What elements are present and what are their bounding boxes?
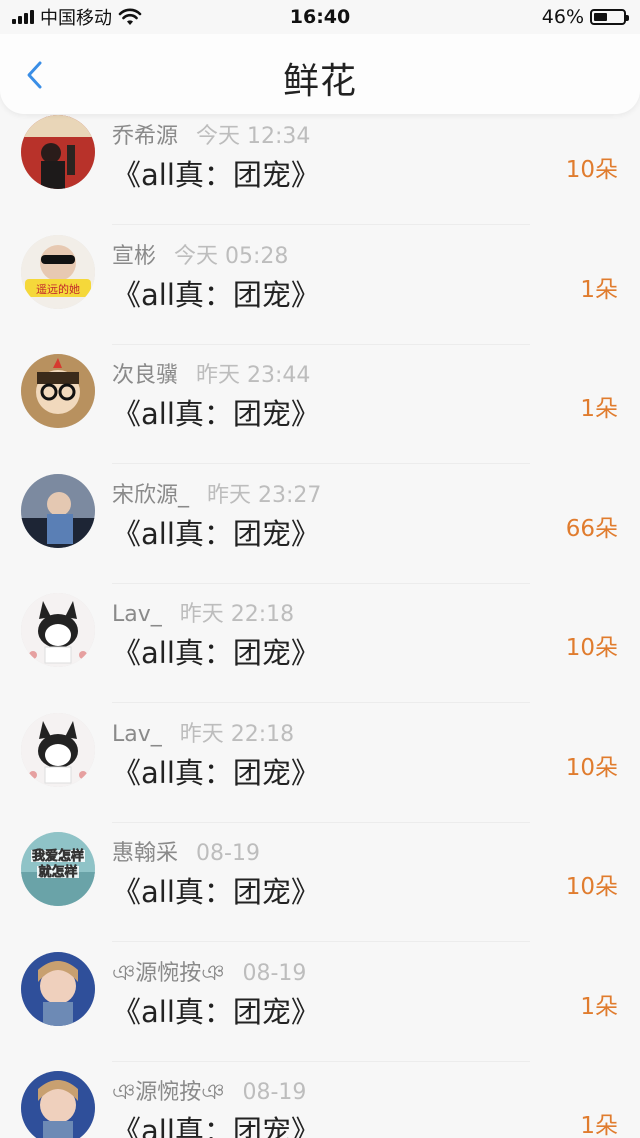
username[interactable]: ঞ源惋按ঞ [112,961,224,986]
work-title[interactable]: 《all真：团宠》 [112,989,320,1031]
work-title[interactable]: 《all真：团宠》 [112,869,320,911]
work-title[interactable]: 《all真：团宠》 [112,272,320,314]
user-avatar[interactable] [21,473,95,548]
svg-text:就怎样: 就怎样 [38,864,77,880]
navigation-bar: 鲜花 [0,34,640,114]
back-chevron-left-icon[interactable] [22,60,48,90]
user-avatar[interactable] [21,115,95,189]
flower-list[interactable]: 乔希源 今天 12:34 《all真：团宠》 10朵 遥远的她 宣彬 今天 05:28 《al… [0,114,640,1138]
work-title[interactable]: 《all真：团宠》 [112,1108,320,1138]
username[interactable]: 惠翰采 [112,841,178,866]
user-avatar[interactable] [21,951,95,1026]
flower-count: 1朵 [580,276,618,303]
list-item[interactable]: 宋欣源_ 昨天 23:27 《all真：团宠》 66朵 [0,465,640,584]
user-avatar[interactable] [21,354,95,428]
flower-count: 1朵 [580,396,618,422]
timestamp: 08-19 [196,841,260,866]
flower-count: 66朵 [565,515,618,542]
name-time-line: 惠翰采 08-19 [112,835,260,867]
user-avatar[interactable] [21,712,95,787]
battery-icon [590,9,629,25]
list-item[interactable]: ঞ源惋按ঞ 08-19 《all真：团宠》 1朵 [0,1062,640,1138]
username[interactable]: 宣彬 [112,244,156,269]
wifi-icon [118,8,142,25]
list-item[interactable]: 我爱怎样 就怎样 惠翰采 08-19 《all真：团宠》 10朵 [0,823,640,942]
flower-count: 1朵 [580,993,618,1020]
timestamp: 昨天 23:44 [196,363,311,388]
username[interactable]: Lav_ [112,602,162,627]
name-time-line: 乔希源 今天 12:34 [112,118,310,150]
flower-count: 10朵 [565,874,618,900]
username[interactable]: ঞ源惋按ঞ [112,1080,224,1105]
name-time-line: ঞ源惋按ঞ 08-19 [112,1074,306,1112]
username[interactable]: Lav_ [112,722,162,747]
name-time-line: 宣彬 今天 05:28 [112,238,288,270]
work-title[interactable]: 《all真：团宠》 [112,511,320,553]
timestamp: 昨天 23:27 [207,482,322,508]
name-time-line: ঞ源惋按ঞ 08-19 [112,955,306,993]
flower-count: 10朵 [565,754,618,781]
svg-text:遥远的她: 遥远的她 [36,282,80,296]
timestamp: 今天 12:34 [196,124,311,149]
list-item[interactable]: 乔希源 今天 12:34 《all真：团宠》 10朵 [0,114,640,225]
name-time-line: 次良骥 昨天 23:44 [112,357,310,389]
flower-count: 10朵 [565,635,618,661]
cellular-signal-icon [12,10,34,24]
username[interactable]: 次良骥 [112,363,178,388]
timestamp: 08-19 [242,1080,307,1105]
username[interactable]: 乔希源 [112,124,178,149]
svg-text:我爱怎样: 我爱怎样 [32,848,84,864]
user-avatar[interactable] [21,1071,95,1138]
list-item[interactable]: ঞ源惋按ঞ 08-19 《all真：团宠》 1朵 [0,943,640,1062]
list-item[interactable]: 次良骥 昨天 23:44 《all真：团宠》 1朵 [0,345,640,464]
name-time-line: Lav_ 昨天 22:18 [112,596,294,628]
flower-count: 1朵 [580,1113,618,1138]
list-item[interactable]: Lav_ 昨天 22:18 《all真：团宠》 10朵 [0,704,640,823]
work-title[interactable]: 《all真：团宠》 [112,391,320,433]
user-avatar[interactable]: 遥远的她 [21,234,95,309]
battery-percent: 46% [541,6,584,28]
work-title[interactable]: 《all真：团宠》 [112,152,320,194]
username[interactable]: 宋欣源_ [112,483,189,508]
name-time-line: 宋欣源_ 昨天 23:27 [112,477,321,509]
timestamp: 昨天 22:18 [179,602,295,627]
timestamp: 昨天 22:18 [179,721,295,747]
user-avatar[interactable] [21,593,95,667]
timestamp: 08-19 [242,960,307,986]
work-title[interactable]: 《all真：团宠》 [112,750,320,792]
list-item[interactable]: Lav_ 昨天 22:18 《all真：团宠》 10朵 [0,584,640,703]
name-time-line: Lav_ 昨天 22:18 [112,716,294,748]
page-title: 鲜花 [282,61,357,102]
user-avatar[interactable]: 我爱怎样 就怎样 [21,832,95,906]
timestamp: 今天 05:28 [174,243,289,269]
work-title[interactable]: 《all真：团宠》 [112,630,320,672]
list-item[interactable]: 遥远的她 宣彬 今天 05:28 《all真：团宠》 1朵 [0,226,640,345]
flower-count: 10朵 [565,157,618,183]
carrier-name: 中国移动 [40,8,112,29]
status-bar: 中国移动 16:40 46% [0,0,640,34]
